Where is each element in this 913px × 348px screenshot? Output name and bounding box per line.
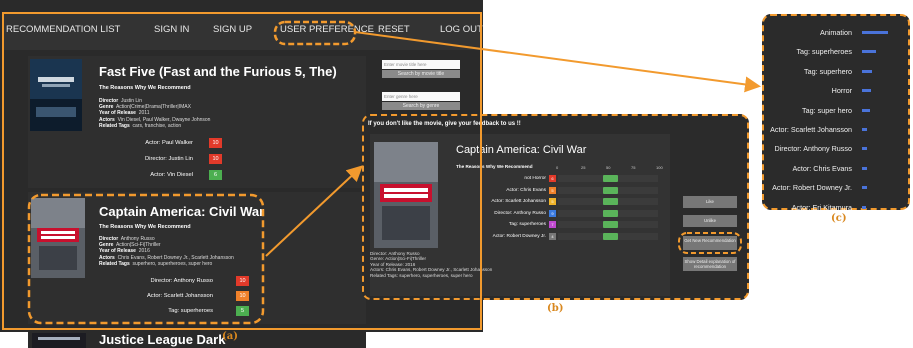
- preference-label: Horror: [831, 86, 852, 96]
- preference-label: Actor: Robert Downey Jr.: [772, 183, 852, 193]
- movie-title[interactable]: Justice League Dark: [99, 332, 225, 347]
- reasons-heading: The Reasons Why We Recommend: [99, 85, 191, 91]
- reason-label: Director: Anthony Russo: [494, 210, 546, 216]
- search-by-title-button[interactable]: Search by movie title: [382, 70, 460, 78]
- show-detail-explanation-button[interactable]: Show Detail explanation of recommendatio…: [683, 257, 737, 271]
- axis-tick-label: 100: [656, 165, 663, 170]
- preference-weight-bar: [862, 69, 873, 73]
- preference-weight-bar: [862, 128, 868, 131]
- nav-log-out[interactable]: LOG OUT: [440, 24, 483, 35]
- feedback-slider-handle[interactable]: [603, 175, 618, 182]
- preference-label: Actor: Scarlett Johansson: [770, 125, 852, 134]
- unlike-button[interactable]: Unlike: [683, 215, 737, 227]
- nav-reset[interactable]: RESET: [378, 24, 410, 35]
- preference-label: Tag: superhero: [804, 66, 852, 76]
- preference-weight-bar: [862, 31, 888, 34]
- nav-sign-in[interactable]: SIGN IN: [154, 24, 189, 35]
- like-button[interactable]: Like: [683, 196, 737, 208]
- top-navbar: RECOMMENDATION LIST SIGN IN SIGN UP USER…: [4, 14, 483, 50]
- preference-label: Tag: superheroes: [796, 47, 852, 57]
- label-a: (a): [222, 331, 238, 342]
- button-highlight-outline: [678, 232, 742, 254]
- preference-weight-bar: [862, 205, 866, 209]
- movie-poster[interactable]: [374, 142, 438, 248]
- preference-weight-bar: [862, 166, 868, 170]
- reason-label: Tag: superheroes: [508, 222, 546, 227]
- reason-label: Actor: Chris Evans: [506, 187, 546, 193]
- nav-sign-up[interactable]: SIGN UP: [213, 24, 252, 35]
- preference-weight-bar: [862, 147, 868, 151]
- reason-score: 10: [209, 138, 222, 148]
- axis-tick-label: 75: [631, 165, 636, 170]
- preference-weight-bar: [862, 89, 872, 93]
- feedback-slider-handle[interactable]: [603, 221, 618, 228]
- reason-score: 9: [549, 209, 556, 217]
- reason-score: 6: [549, 175, 556, 182]
- feedback-slider-handle[interactable]: [603, 209, 618, 217]
- movie-title[interactable]: Captain America: Civil War: [456, 144, 586, 156]
- label-c: (c): [831, 213, 847, 224]
- movie-title-input[interactable]: Enter movie title here: [382, 60, 460, 69]
- feedback-slider-handle[interactable]: [603, 186, 618, 194]
- reason-score: 5: [549, 186, 556, 194]
- movie-card: Fast Five (Fast and the Furious 5, The) …: [28, 56, 366, 188]
- reason-label: Actor: Scarlett Johansson: [491, 199, 546, 204]
- feedback-slider-handle[interactable]: [603, 232, 618, 240]
- reason-score: 4: [549, 232, 556, 240]
- reason-score: 5: [549, 198, 556, 205]
- movie-card: Justice League Dark: [28, 332, 366, 348]
- movie-meta: Director Justin Lin Genre Action|Crime|D…: [99, 98, 211, 129]
- feedback-heading: If you don't like the movie, give your f…: [368, 121, 521, 127]
- preference-weight-bar: [862, 186, 867, 190]
- reason-score: 10: [209, 154, 222, 164]
- preference-label: Tag: super hero: [802, 105, 852, 115]
- movie-poster[interactable]: [30, 59, 82, 131]
- reasons-heading: The Reasons Why We Recommend: [456, 164, 533, 169]
- preference-label: Actor: Chris Evans: [792, 163, 852, 173]
- preference-label: Animation: [820, 28, 852, 37]
- nav-recommendation-list[interactable]: RECOMMENDATION LIST: [6, 24, 120, 35]
- preference-label: Director: Anthony Russo: [774, 144, 852, 154]
- search-by-genre-button[interactable]: Search by genre: [382, 102, 460, 110]
- preference-label: Actor: Eri Kitamura: [791, 202, 852, 212]
- highlight-outline: [27, 193, 265, 325]
- reason-label: Actor: Vin Diesel: [150, 172, 193, 178]
- reason-label: not Horror: [524, 176, 546, 181]
- preference-weight-bar: [862, 50, 877, 54]
- user-preference-panel: Animation Tag: superheroes Tag: superhero H…: [762, 14, 910, 212]
- axis-tick-label: 0: [556, 165, 559, 170]
- preference-weight-bar: [862, 108, 870, 112]
- movie-title[interactable]: Fast Five (Fast and the Furious 5, The): [99, 64, 337, 79]
- nav-highlight-outline: [273, 20, 357, 46]
- movie-meta: Director: Anthony Russo Genre: Action|Sc…: [370, 251, 493, 278]
- feedback-panel: If you don't like the movie, give your f…: [362, 114, 749, 300]
- axis-tick-label: 50: [606, 165, 611, 170]
- feedback-slider-handle[interactable]: [603, 198, 618, 205]
- reason-score: 7: [549, 221, 556, 228]
- reason-label: Actor: Paul Walker: [145, 140, 193, 146]
- genre-input[interactable]: Enter genre here: [382, 92, 460, 101]
- axis-tick-label: 25: [581, 165, 586, 170]
- movie-poster[interactable]: [32, 333, 86, 348]
- reason-label: Director: Justin Lin: [144, 156, 193, 162]
- reason-score: 6: [209, 170, 222, 180]
- label-b: (b): [547, 303, 564, 314]
- reason-label: Actor: Robert Downey Jr.: [492, 233, 546, 239]
